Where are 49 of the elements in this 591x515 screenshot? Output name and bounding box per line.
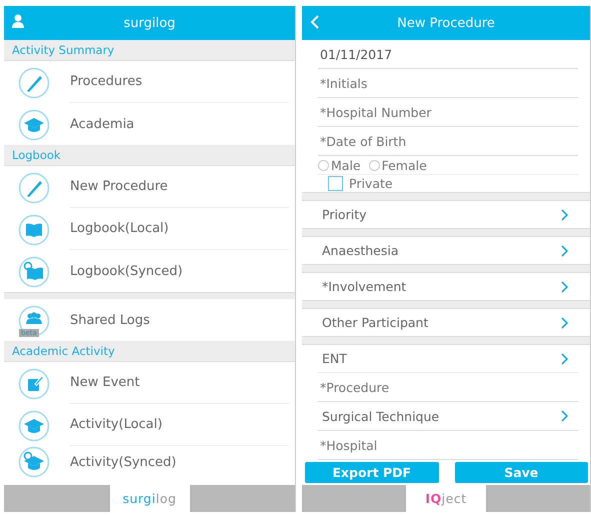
screen-title: surgilog [124, 16, 176, 30]
menu-label: Procedures [70, 61, 289, 103]
menu-item[interactable]: Academia [4, 103, 295, 145]
menu-label: New Procedure [70, 166, 289, 208]
chevron-icon [561, 352, 568, 364]
book-icon [18, 214, 50, 246]
screen-title: New Procedure [397, 16, 495, 30]
select-row[interactable]: Anaesthesia [302, 237, 590, 264]
menu-label: Shared Logs [70, 312, 151, 330]
menu-item[interactable]: Procedures [4, 61, 295, 103]
graduation-cap-icon [18, 410, 50, 442]
chevron-icon [561, 410, 568, 422]
select-row[interactable]: ENT [302, 345, 590, 372]
chevron-icon [561, 316, 568, 328]
checkbox-label: Private [349, 176, 393, 192]
chevron-icon [561, 280, 568, 292]
menu-label: Activity(Local) [70, 404, 289, 446]
menu-item[interactable]: Activity(Local) [4, 404, 295, 446]
menu-item[interactable]: New Procedure [4, 166, 295, 208]
menu-item[interactable]: New Event [4, 362, 295, 404]
select-row[interactable]: Priority [302, 201, 590, 228]
chevron-icon [561, 208, 568, 220]
scalpel-icon [18, 172, 50, 204]
graduation-cap-icon [18, 446, 50, 478]
select-row[interactable]: *Involvement [302, 273, 590, 300]
brand-tab[interactable]: IQject [406, 485, 486, 512]
book-icon [18, 256, 50, 288]
section-heading: Academic Activity [4, 341, 295, 362]
menu-label: New Event [70, 362, 289, 404]
menu-label: Logbook(Synced) [70, 262, 184, 280]
checkbox[interactable] [328, 176, 343, 192]
menu-item[interactable]: Logbook(Synced) [4, 250, 295, 292]
graduation-cap-icon [18, 109, 50, 141]
select-row[interactable]: Other Participant [302, 309, 590, 336]
input-field[interactable]: *Procedure [318, 372, 578, 402]
scalpel-icon [18, 67, 50, 99]
back-button[interactable] [310, 14, 320, 30]
section-heading: Logbook [4, 145, 295, 166]
user-icon[interactable] [12, 14, 24, 28]
note-icon [18, 368, 50, 400]
menu-label: Logbook(Local) [70, 208, 289, 250]
menu-label: Academia [70, 116, 136, 134]
section-heading: Activity Summary [4, 40, 295, 61]
menu-label: Activity(Synced) [70, 454, 178, 472]
radio-option[interactable]: Female [368, 158, 427, 173]
menu-item[interactable]: Logbook(Local) [4, 208, 295, 250]
radio-option[interactable]: Male [318, 158, 361, 173]
menu-item[interactable]: Activity(Synced) [4, 446, 295, 479]
chevron-icon [561, 244, 568, 256]
